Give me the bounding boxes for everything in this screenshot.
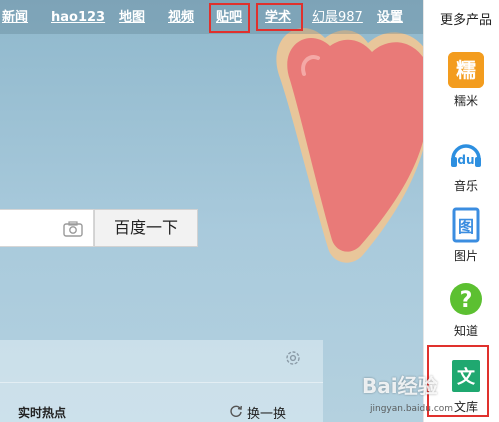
hot-title: 实时热点 (18, 406, 67, 420)
music-glyph: du (457, 153, 474, 167)
sidebar-item-zhidao[interactable]: ? 知道 (424, 282, 499, 352)
panel-divider (0, 382, 323, 383)
zhidao-glyph: ? (460, 288, 473, 313)
nav-link-map[interactable]: 地图 (119, 9, 145, 27)
nav-link-settings[interactable]: 设置 (377, 9, 403, 27)
sidebar-item-music[interactable]: du 音乐 (424, 137, 499, 207)
sidebar-item-label: 知道 (453, 324, 478, 338)
zhidao-icon: ? (448, 282, 484, 318)
sidebar-item-nuomi[interactable]: 糯 糯米 (424, 52, 499, 122)
music-icon: du (448, 137, 484, 173)
sidebar-item-image[interactable]: 图 图片 (424, 207, 499, 277)
nuomi-glyph: 糯 (456, 58, 476, 82)
sidebar-item-label: 图片 (453, 249, 478, 263)
nav-link-video[interactable]: 视频 (168, 9, 194, 27)
gear-icon[interactable] (284, 349, 302, 367)
search-input[interactable] (0, 209, 94, 247)
highlight-box-tieba (209, 3, 250, 33)
sidebar-item-label: 音乐 (453, 179, 478, 193)
image-glyph: 图 (458, 217, 474, 236)
nuomi-icon: 糯 (448, 52, 484, 88)
nav-link-news[interactable]: 新闻 (2, 9, 28, 27)
heart-cookie-image (276, 28, 423, 263)
background: 新闻 hao123 地图 视频 贴吧 学术 幻晨987 设置 百度一下 实时热点… (0, 0, 423, 422)
search-button[interactable]: 百度一下 (94, 209, 198, 247)
camera-icon[interactable] (63, 221, 83, 237)
highlight-box-xueshu (256, 3, 303, 31)
refresh-icon[interactable] (229, 404, 243, 418)
nav-link-user[interactable]: 幻晨987 (312, 9, 363, 27)
sidebar-title: 更多产品 (440, 13, 493, 28)
nav-link-hao123[interactable]: hao123 (51, 9, 105, 27)
sidebar-item-label: 糯米 (453, 94, 478, 108)
image-icon: 图 (448, 207, 484, 243)
highlight-box-wenku (427, 345, 489, 417)
refresh-button[interactable]: 换一换 (247, 403, 286, 422)
